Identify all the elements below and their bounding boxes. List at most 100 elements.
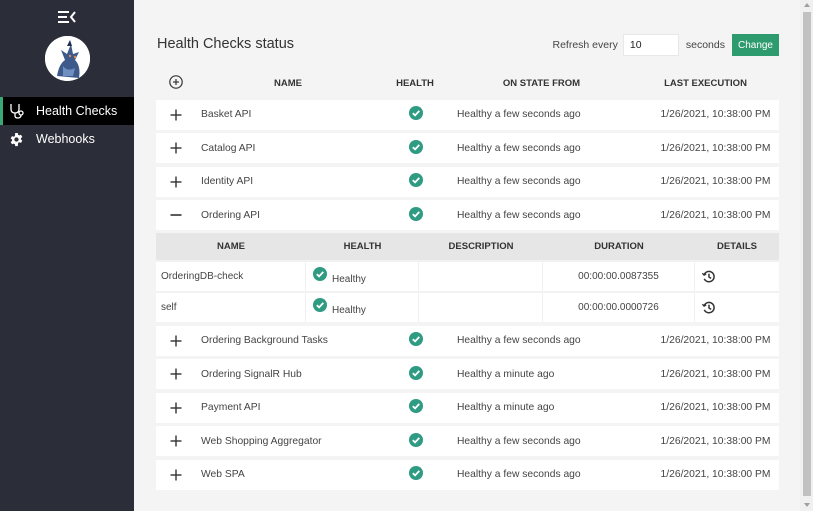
check-health-label: Healthy <box>332 274 366 285</box>
sidebar-item-health-checks[interactable]: Health Checks <box>0 97 134 125</box>
on-state-from: Healthy a few seconds ago <box>457 176 581 187</box>
detail-row: self Healthy 00:00:00.0000726 <box>156 291 779 322</box>
healthy-check-icon <box>409 432 423 450</box>
on-state-from: Healthy a few seconds ago <box>457 435 581 447</box>
page-title: Health Checks status <box>157 36 295 52</box>
table-row: Basket API Healthy a few seconds ago 1/26/… <box>156 99 779 130</box>
history-icon[interactable] <box>701 269 716 284</box>
column-header-health: HEALTH <box>396 78 434 89</box>
service-name: Catalog API <box>201 142 256 154</box>
healthy-check-icon <box>409 173 423 190</box>
table-row: Web Shopping Aggregator Healthy a few sec… <box>156 426 779 456</box>
table-row: Ordering Background Tasks Healthy a few s… <box>156 325 779 356</box>
detail-row: OrderingDB-check Healthy 00:00:00.0087355 <box>156 260 779 291</box>
healthy-check-icon <box>409 206 423 224</box>
healthy-check-icon <box>409 139 423 157</box>
last-execution: 1/26/2021, 10:38:00 PM <box>660 209 771 221</box>
detail-column-header-details: DETAILS <box>717 241 757 252</box>
on-state-from: Healthy a few seconds ago <box>457 142 581 154</box>
healthy-check-icon <box>313 298 327 315</box>
last-execution: 1/26/2021, 10:38:00 PM <box>660 109 771 120</box>
change-button[interactable]: Change <box>731 34 779 56</box>
expand-icon[interactable] <box>169 334 183 348</box>
check-description <box>419 262 543 291</box>
expand-all-icon[interactable] <box>169 75 183 92</box>
table-row: Identity API Healthy a few seconds ago 1/2… <box>156 166 779 197</box>
refresh-controls: Refresh every seconds Change <box>552 34 779 56</box>
table-row: Payment API Healthy a minute ago 1/26/2021… <box>156 392 779 423</box>
check-health-label: Healthy <box>332 305 366 316</box>
last-execution: 1/26/2021, 10:38:00 PM <box>660 142 771 154</box>
on-state-from: Healthy a few seconds ago <box>457 209 581 221</box>
health-checks-table: NAME HEALTH ON STATE FROM LAST EXECUTION… <box>156 71 779 490</box>
check-duration: 00:00:00.0000726 <box>543 293 695 322</box>
healthy-check-icon <box>313 267 327 284</box>
main-content: Health Checks status Refresh every secon… <box>134 0 800 511</box>
on-state-from: Healthy a few seconds ago <box>457 109 581 120</box>
scroll-up-arrow[interactable] <box>804 3 810 7</box>
on-state-from: Healthy a few seconds ago <box>457 469 581 480</box>
last-execution: 1/26/2021, 10:38:00 PM <box>660 176 771 187</box>
service-name: Ordering SignalR Hub <box>201 368 302 380</box>
table-row: Ordering API Healthy a few seconds ago 1/2… <box>156 200 779 230</box>
sidebar-item-label: Webhooks <box>36 132 95 146</box>
sidebar-item-webhooks[interactable]: Webhooks <box>0 125 134 153</box>
last-execution: 1/26/2021, 10:38:00 PM <box>660 435 771 447</box>
history-icon[interactable] <box>701 300 716 315</box>
table-row: Web SPA Healthy a few seconds ago 1/26/202… <box>156 459 779 490</box>
healthy-check-icon <box>409 365 423 383</box>
table-header: NAME HEALTH ON STATE FROM LAST EXECUTION <box>156 71 779 96</box>
on-state-from: Healthy a few seconds ago <box>457 335 581 346</box>
check-health: Healthy <box>306 293 419 322</box>
healthy-check-icon <box>409 332 423 349</box>
expand-icon[interactable] <box>169 401 183 415</box>
expand-icon[interactable] <box>169 141 183 155</box>
menu-collapse-icon[interactable] <box>58 10 76 24</box>
expand-icon[interactable] <box>169 367 183 381</box>
column-header-state: ON STATE FROM <box>502 78 581 89</box>
on-state-from: Healthy a minute ago <box>457 368 555 380</box>
gear-icon <box>0 132 33 147</box>
detail-table-header: NAME HEALTH DESCRIPTION DURATION DETAILS <box>156 233 779 260</box>
check-duration: 00:00:00.0087355 <box>543 262 695 291</box>
seconds-label: seconds <box>685 39 725 51</box>
sidebar-item-label: Health Checks <box>36 104 118 118</box>
detail-column-header-duration: DURATION <box>594 241 644 252</box>
expand-icon[interactable] <box>169 108 183 122</box>
healthy-check-icon <box>409 106 423 123</box>
expand-icon[interactable] <box>169 175 183 189</box>
collapse-icon[interactable] <box>169 208 183 222</box>
service-name: Ordering API <box>201 209 260 221</box>
check-name: OrderingDB-check <box>156 262 306 291</box>
detail-column-header-health: HEALTH <box>343 241 382 252</box>
service-name: Payment API <box>201 402 261 413</box>
sidebar: Health Checks Webhooks <box>0 0 134 511</box>
last-execution: 1/26/2021, 10:38:00 PM <box>660 402 771 413</box>
scroll-down-arrow[interactable] <box>804 503 810 507</box>
table-row: Catalog API Healthy a few seconds ago 1/26… <box>156 133 779 163</box>
detail-table: NAME HEALTH DESCRIPTION DURATION DETAILS Orde… <box>156 233 779 322</box>
table-row: Ordering SignalR Hub Healthy a minute ago… <box>156 359 779 389</box>
service-name: Basket API <box>201 109 252 120</box>
scroll-thumb[interactable] <box>803 12 811 496</box>
column-header-last-execution: LAST EXECUTION <box>664 78 747 89</box>
check-description <box>419 293 543 322</box>
service-name: Web SPA <box>201 469 245 480</box>
table-body: Basket API Healthy a few seconds ago 1/26/… <box>156 99 779 490</box>
stethoscope-icon <box>3 102 30 120</box>
check-health: Healthy <box>306 262 419 291</box>
avatar <box>45 36 90 81</box>
refresh-label: Refresh every <box>552 39 618 51</box>
healthy-check-icon <box>409 399 423 416</box>
last-execution: 1/26/2021, 10:38:00 PM <box>660 368 771 380</box>
healthy-check-icon <box>409 466 423 483</box>
column-header-name: NAME <box>274 78 302 89</box>
on-state-from: Healthy a minute ago <box>457 402 555 413</box>
detail-column-header-name: NAME <box>217 241 245 252</box>
refresh-interval-input[interactable] <box>622 34 679 56</box>
last-execution: 1/26/2021, 10:38:00 PM <box>660 335 771 346</box>
expand-icon[interactable] <box>169 468 183 482</box>
expand-icon[interactable] <box>169 434 183 448</box>
check-name: self <box>156 293 306 322</box>
scrollbar[interactable] <box>800 0 813 511</box>
